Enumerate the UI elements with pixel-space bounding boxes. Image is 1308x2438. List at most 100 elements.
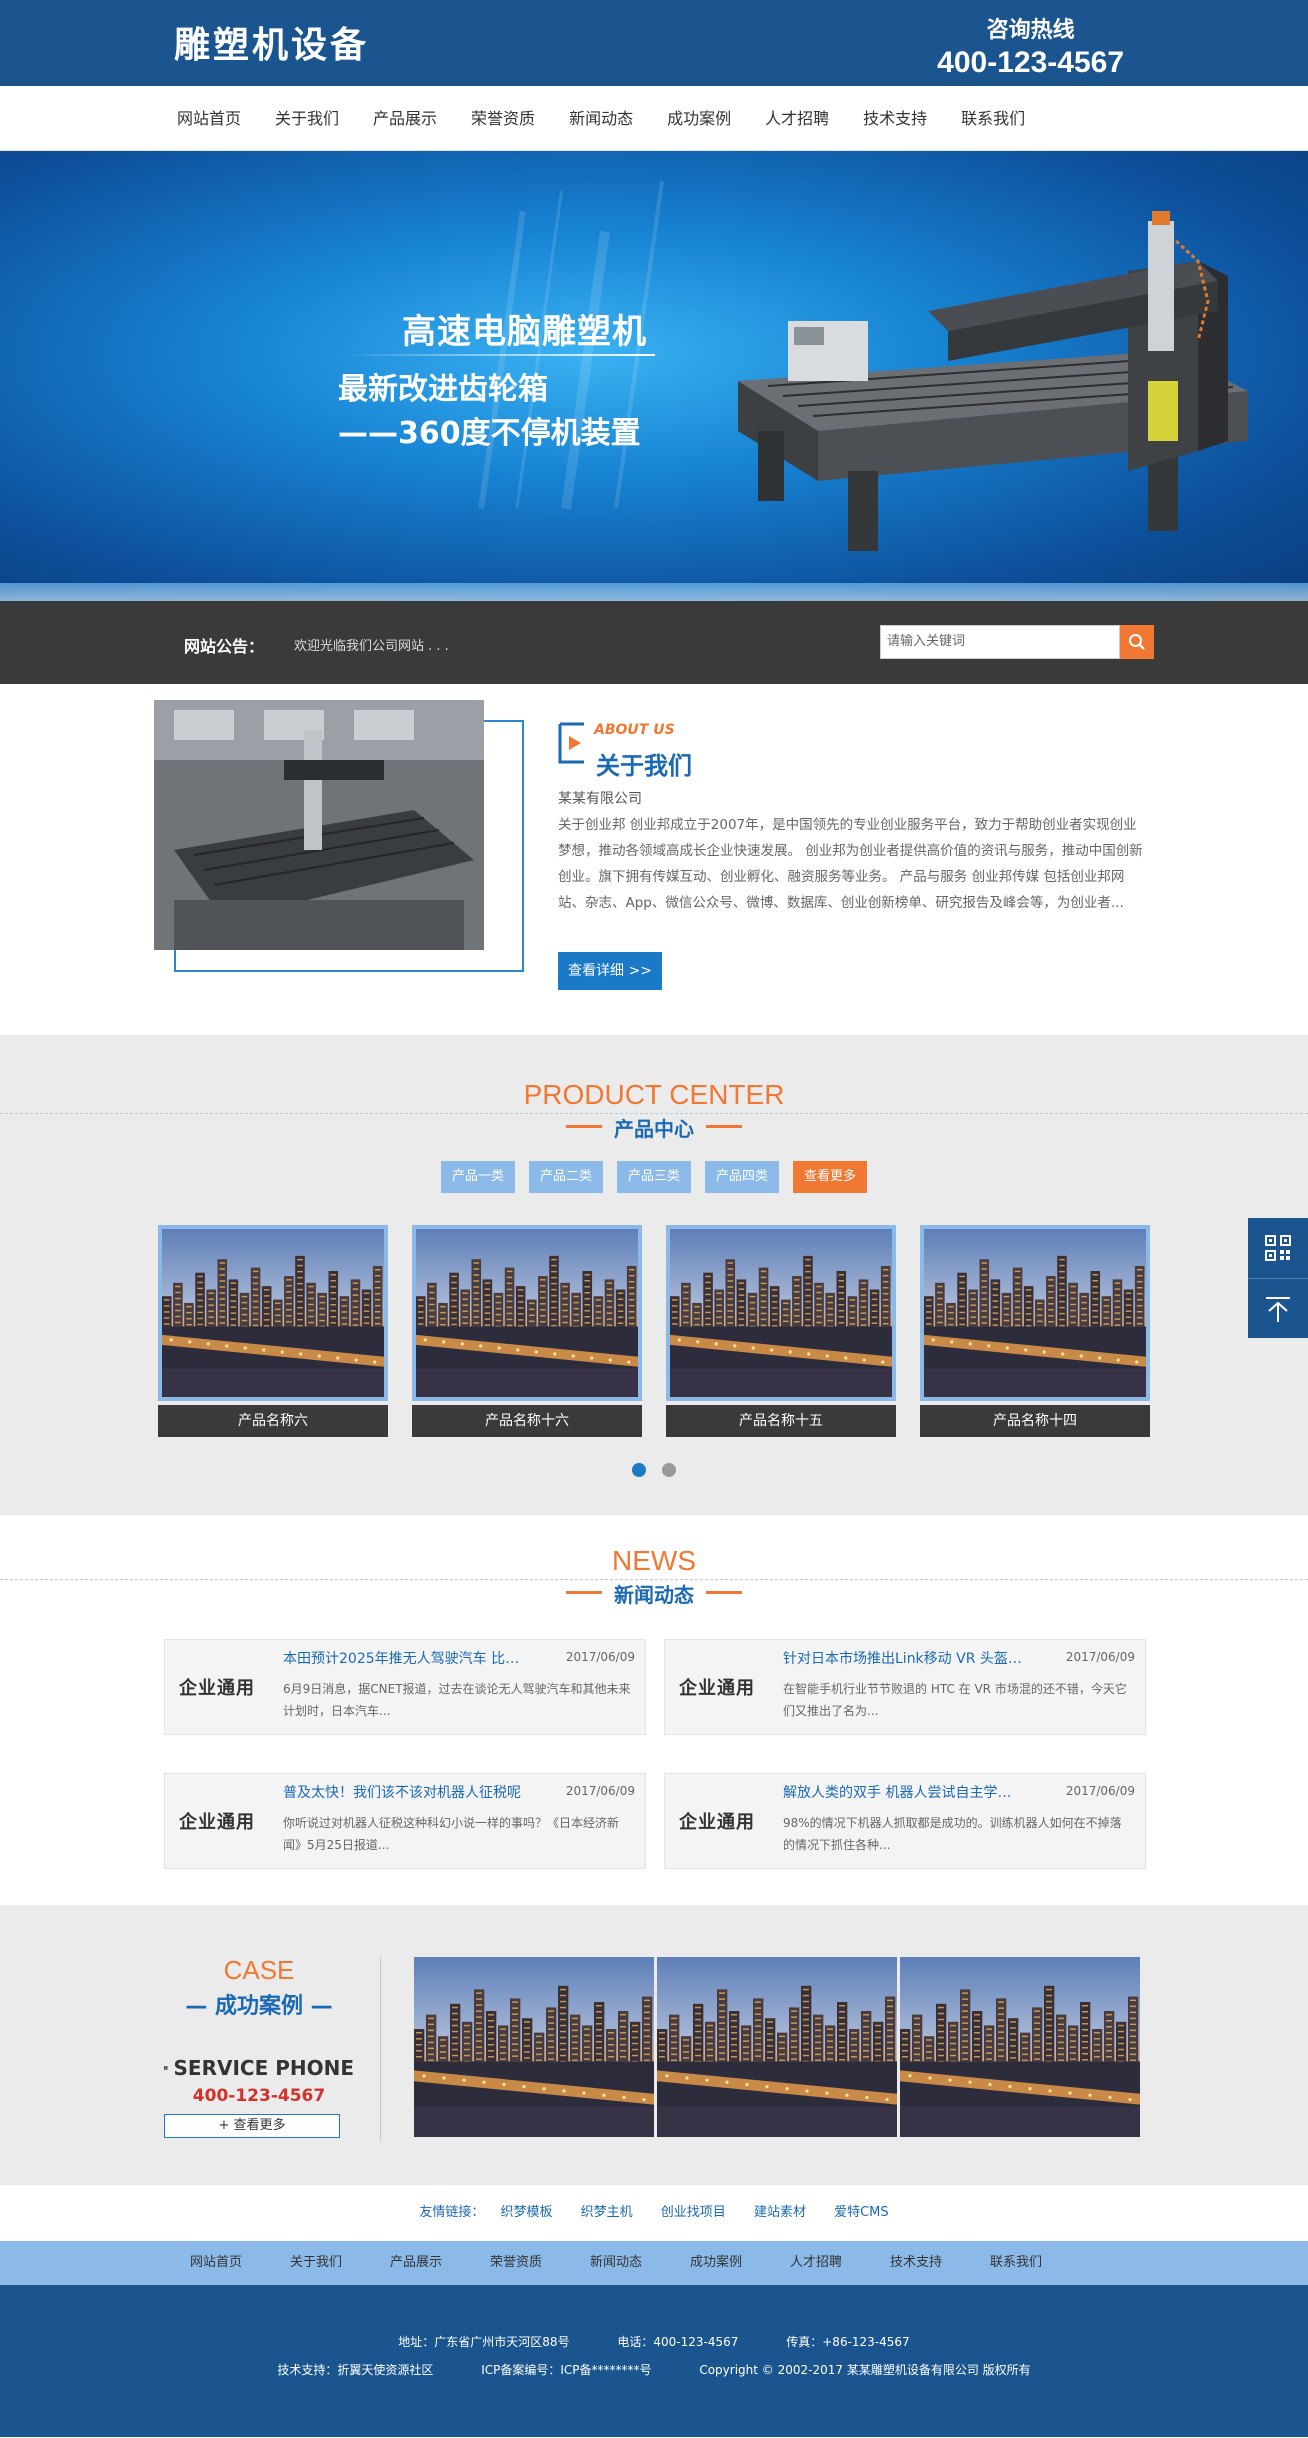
about-more-button[interactable]: 查看详细 >>	[558, 952, 662, 990]
hotline-number: 400-123-4567	[937, 46, 1124, 79]
case-more-button[interactable]: + 查看更多	[164, 2114, 340, 2138]
case-image[interactable]	[657, 1957, 897, 2137]
product-card[interactable]: 产品名称十四	[920, 1225, 1150, 1437]
footer-nav-item[interactable]: 产品展示	[366, 2241, 466, 2285]
back-to-top-button[interactable]	[1248, 1278, 1308, 1338]
news-logo: 企业通用	[179, 1812, 255, 1833]
footer-nav: 网站首页 关于我们 产品展示 荣誉资质 新闻动态 成功案例 人才招聘 技术支持 …	[0, 2241, 1308, 2285]
about-description: 关于创业邦 创业邦成立于2007年，是中国领先的专业创业服务平台，致力于帮助创业…	[558, 817, 1143, 911]
nav-item-honors[interactable]: 荣誉资质	[454, 86, 552, 151]
qrcode-button[interactable]	[1248, 1218, 1308, 1278]
nav-item-home[interactable]: 网站首页	[160, 86, 258, 151]
news-item[interactable]: 企业通用 本田预计2025年推无人驾驶汽车 比… 2017/06/09 6月9日…	[164, 1639, 646, 1735]
nav-item-contact[interactable]: 联系我们	[944, 86, 1042, 151]
news-item[interactable]: 企业通用 针对日本市场推出Link移动 VR 头盔… 2017/06/09 在智…	[664, 1639, 1146, 1735]
product-title-zh: 产品中心	[566, 1113, 742, 1142]
case-title-en: CASE	[223, 1955, 295, 1985]
friend-link[interactable]: 创业找项目	[661, 2205, 726, 2220]
about-photo	[154, 700, 484, 950]
footer-contact-row: 地址：广东省广州市天河区88号 电话：400-123-4567 传真：+86-1…	[0, 2333, 1308, 2350]
banner-subline-2: ——360度不停机装置	[338, 416, 641, 451]
footer-support[interactable]: 技术支持：折翼天使资源社区	[277, 2363, 433, 2377]
footer-nav-item[interactable]: 关于我们	[266, 2241, 366, 2285]
product-name: 产品名称十六	[412, 1405, 642, 1437]
nav-item-cases[interactable]: 成功案例	[650, 86, 748, 151]
carousel-dot-1[interactable]	[632, 1463, 646, 1477]
footer-copyright: Copyright © 2002-2017 某某雕塑机设备有限公司 版权所有	[699, 2363, 1031, 2377]
product-image	[666, 1225, 896, 1401]
friend-link[interactable]: 织梦主机	[581, 2205, 633, 2220]
search-input[interactable]: 请输入关键词	[880, 625, 1120, 659]
main-nav: 网站首页 关于我们 产品展示 荣誉资质 新闻动态 成功案例 人才招聘 技术支持 …	[0, 86, 1308, 151]
case-divider	[380, 1957, 381, 2141]
banner-headline: 高速电脑雕塑机	[402, 312, 647, 352]
footer-icp[interactable]: ICP备案编号：ICP备********号	[481, 2363, 651, 2377]
product-name: 产品名称六	[158, 1405, 388, 1437]
case-sidebar: CASE — 成功案例 — SERVICE PHONE 400-123-4567…	[164, 1955, 354, 2138]
footer-legal-row: 技术支持：折翼天使资源社区 ICP备案编号：ICP备********号 Copy…	[0, 2361, 1308, 2378]
hotline-label: 咨询热线	[986, 18, 1075, 43]
category-tab-2[interactable]: 产品二类	[529, 1161, 603, 1193]
about-photo-frame	[154, 700, 524, 972]
case-section: CASE — 成功案例 — SERVICE PHONE 400-123-4567…	[0, 1905, 1308, 2185]
footer-nav-item[interactable]: 网站首页	[166, 2241, 266, 2285]
service-phone-text: SERVICE PHONE	[173, 2056, 355, 2080]
footer-nav-item[interactable]: 人才招聘	[766, 2241, 866, 2285]
category-tab-4[interactable]: 产品四类	[705, 1161, 779, 1193]
nav-item-news[interactable]: 新闻动态	[552, 86, 650, 151]
search-icon	[1129, 634, 1145, 650]
footer-nav-item[interactable]: 联系我们	[966, 2241, 1066, 2285]
news-summary: 6月9日消息，据CNET报道，过去在谈论无人驾驶汽车和其他未来计划时，日本汽车.…	[283, 1682, 631, 1718]
nav-item-jobs[interactable]: 人才招聘	[748, 86, 846, 151]
footer-nav-item[interactable]: 荣誉资质	[466, 2241, 566, 2285]
search-box: 请输入关键词	[880, 625, 1154, 659]
play-icon	[558, 722, 584, 764]
nav-item-support[interactable]: 技术支持	[846, 86, 944, 151]
friend-links-label: 友情链接：	[419, 2205, 485, 2220]
category-tab-3[interactable]: 产品三类	[617, 1161, 691, 1193]
news-title[interactable]: 本田预计2025年推无人驾驶汽车 比…	[283, 1648, 539, 1668]
news-summary: 在智能手机行业节节败退的 HTC 在 VR 市场混的还不错，今天它们又推出了名为…	[783, 1682, 1127, 1718]
category-tab-1[interactable]: 产品一类	[441, 1161, 515, 1193]
nav-item-products[interactable]: 产品展示	[356, 86, 454, 151]
news-title-zh: 新闻动态	[566, 1579, 742, 1608]
product-card[interactable]: 产品名称十六	[412, 1225, 642, 1437]
banner-glow	[0, 583, 1308, 601]
footer-nav-item[interactable]: 成功案例	[666, 2241, 766, 2285]
notice-bar: 网站公告： 欢迎光临我们公司网站 . . . 请输入关键词	[0, 601, 1308, 684]
news-title[interactable]: 解放人类的双手 机器人尝试自主学…	[783, 1782, 1039, 1802]
friend-link[interactable]: 建站素材	[754, 2205, 806, 2220]
footer-fax: 传真：+86-123-4567	[786, 2335, 910, 2349]
friend-link[interactable]: 爱特CMS	[834, 2205, 889, 2220]
carousel-dot-2[interactable]	[662, 1463, 676, 1477]
header: 雕塑机设备 咨询热线 400-123-4567	[0, 0, 1308, 86]
site-logo[interactable]: 雕塑机设备	[174, 16, 369, 68]
search-button[interactable]	[1120, 625, 1154, 659]
notice-text[interactable]: 欢迎光临我们公司网站 . . .	[294, 635, 449, 654]
news-item[interactable]: 企业通用 解放人类的双手 机器人尝试自主学… 2017/06/09 98%的情况…	[664, 1773, 1146, 1869]
product-card[interactable]: 产品名称十五	[666, 1225, 896, 1437]
news-title[interactable]: 针对日本市场推出Link移动 VR 头盔…	[783, 1648, 1039, 1668]
case-image[interactable]	[900, 1957, 1140, 2137]
nav-item-about[interactable]: 关于我们	[258, 86, 356, 151]
footer-nav-item[interactable]: 技术支持	[866, 2241, 966, 2285]
product-name: 产品名称十五	[666, 1405, 896, 1437]
news-section-title: NEWS 新闻动态	[0, 1515, 1308, 1613]
about-title-en: ABOUT US	[594, 722, 675, 738]
view-more-button[interactable]: 查看更多	[793, 1161, 867, 1193]
news-item[interactable]: 企业通用 普及太快！我们该不该对机器人征税呢 2017/06/09 你听说过对机…	[164, 1773, 646, 1869]
product-carousel: 产品名称六 产品名称十六 产品名称十五 产品名称十四	[0, 1225, 1308, 1437]
news-title[interactable]: 普及太快！我们该不该对机器人征税呢	[283, 1782, 539, 1802]
footer-tel: 电话：400-123-4567	[617, 2335, 739, 2349]
case-title-zh: — 成功案例 —	[185, 1994, 333, 2019]
case-image[interactable]	[414, 1957, 654, 2137]
hotline: 咨询热线 400-123-4567	[937, 12, 1124, 80]
banner-subline-1: 最新改进齿轮箱	[338, 372, 548, 407]
news-logo: 企业通用	[679, 1812, 755, 1833]
news-title-en: NEWS	[612, 1545, 696, 1576]
friend-link[interactable]: 织梦模板	[500, 2205, 552, 2220]
footer-nav-item[interactable]: 新闻动态	[566, 2241, 666, 2285]
hero-banner[interactable]: 高速电脑雕塑机 最新改进齿轮箱 ——360度不停机装置	[0, 151, 1308, 601]
product-card[interactable]: 产品名称六	[158, 1225, 388, 1437]
qrcode-icon	[1265, 1235, 1291, 1261]
